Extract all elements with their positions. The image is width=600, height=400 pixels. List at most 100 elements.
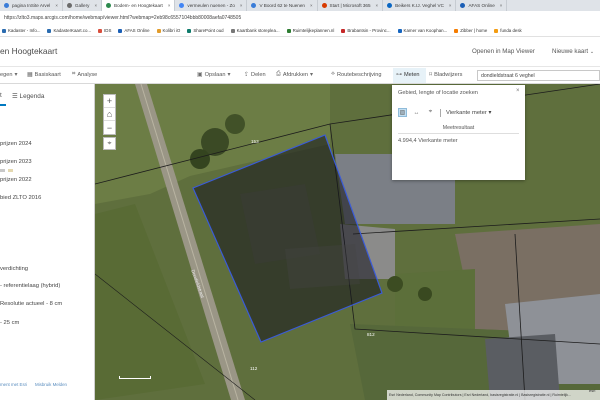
close-tab-icon[interactable]: × xyxy=(94,3,97,8)
bookmarks-button[interactable]: ⌑ Bladwijzers xyxy=(429,71,462,79)
bookmark-favicon-icon xyxy=(454,28,459,33)
zoom-in-button[interactable]: + xyxy=(104,95,115,108)
bookmark-label: Brabantsin - Provinc... xyxy=(347,28,391,33)
save-button[interactable]: ▣ Opslaan ▾ xyxy=(197,71,231,79)
browser-tab[interactable]: AFAS Online × xyxy=(456,0,508,11)
browser-tab-strip: pagina InSite Arvel × Gallery × Bodem- en Ho… xyxy=(0,0,600,11)
close-tab-icon[interactable]: × xyxy=(55,3,58,8)
result-heading: Meetresultaat xyxy=(442,125,475,131)
bookmark-label: Kamer van Koophan... xyxy=(403,28,448,33)
browser-tab[interactable]: Bodem- en Hoogtekaart × xyxy=(102,0,176,11)
bookmark-label: funda desk xyxy=(500,28,522,33)
measure-panel: ^ × Gebied, lengte of locatie zoeken ▨ ↔… xyxy=(392,85,525,180)
divider xyxy=(398,133,519,134)
bookmark-item[interactable]: KadasterKaart.co... xyxy=(47,28,91,33)
map-view[interactable]: + ⌂ − ⌖ 153 812 112 Dondieldstraat Esri … xyxy=(95,84,600,400)
legend-swatch xyxy=(0,169,5,172)
legend-item: prijzen 2024 xyxy=(0,141,32,147)
tree xyxy=(418,287,432,301)
bookmark-item[interactable]: Ruimtelijkeplannen.nl xyxy=(286,28,335,33)
measure-button[interactable]: ⊶ Meten xyxy=(396,71,420,79)
bookmark-favicon-icon xyxy=(2,28,6,33)
map-attribution: Esri Nederland, Community Map Contributo… xyxy=(387,390,600,400)
search-input[interactable]: dondieldstraat 6 veghel xyxy=(477,70,600,81)
favicon-icon xyxy=(66,3,72,8)
locate-button[interactable]: ⌖ xyxy=(103,137,116,150)
basemap-label: Basiskaart xyxy=(34,71,61,78)
zoom-out-button[interactable]: − xyxy=(104,121,115,134)
add-layer-button[interactable]: egen ▾ xyxy=(0,71,18,79)
share-icon: ⇪ xyxy=(244,72,250,78)
bookmark-item[interactable]: Kolibri iO xyxy=(156,28,180,33)
browser-tab-label: pagina InSite Arvel xyxy=(12,3,51,8)
bookmark-favicon-icon xyxy=(118,28,123,33)
browser-tab-label: vermeulen nuenen - Zo xyxy=(187,3,235,8)
map-toolbar: egen ▾ ▦ Basiskaart ⌗ Analyse ▣ Opslaan … xyxy=(0,66,600,84)
add-layer-label: egen xyxy=(0,71,13,78)
close-tab-icon[interactable]: × xyxy=(449,3,452,8)
distance-tool-icon[interactable]: ↔ xyxy=(412,108,421,117)
bookmark-item[interactable]: Brabantsin - Provinc... xyxy=(341,28,391,33)
legend-item: bied ZLTO 2016 xyxy=(0,195,42,201)
browser-tab[interactable]: Gallery × xyxy=(63,0,103,11)
close-tab-icon[interactable]: × xyxy=(240,3,243,8)
browser-tab-label: Gallery xyxy=(74,3,90,8)
favicon-icon xyxy=(251,3,257,8)
share-button[interactable]: ⇪ Delen xyxy=(244,71,266,79)
new-map-button[interactable]: Nieuwe kaart ⌄ xyxy=(552,48,594,55)
bookmark-item[interactable]: IDS xyxy=(98,28,111,33)
legend-panel: t ☰ Legenda prijzen 2024 prijzen 2023 pr… xyxy=(0,84,95,400)
print-button[interactable]: ⎙ Afdrukken ▾ xyxy=(276,71,313,78)
location-tool-icon[interactable]: ⌖ xyxy=(426,108,435,117)
legend-item: verdichting xyxy=(0,266,29,272)
bookmark-item[interactable]: SharePoint oud xyxy=(187,28,224,33)
home-button[interactable]: ⌂ xyxy=(104,108,115,121)
print-icon: ⎙ xyxy=(276,71,281,77)
report-abuse-link[interactable]: Misbruik Melden xyxy=(35,382,67,387)
browser-tab[interactable]: pagina InSite Arvel × xyxy=(0,0,63,11)
browser-tab[interactable]: V Boord 62 te Nuenen × xyxy=(247,0,318,11)
bookmark-item[interactable]: funda desk xyxy=(494,28,522,33)
bookmark-label: Kadaster - Info... xyxy=(8,28,41,33)
tab-details[interactable]: t xyxy=(0,92,2,99)
close-tab-icon[interactable]: × xyxy=(168,3,171,8)
bookmark-label: Ruimtelijkeplannen.nl xyxy=(292,28,335,33)
area-tool-icon[interactable]: ▨ xyxy=(398,108,407,117)
browser-tab[interactable]: vermeulen nuenen - Zo × xyxy=(175,0,248,11)
basemap-button[interactable]: ▦ Basiskaart xyxy=(27,71,61,79)
tab-legend[interactable]: ☰ Legenda xyxy=(12,92,44,100)
close-tab-icon[interactable]: × xyxy=(376,3,379,8)
browser-tab[interactable]: Start | Microsoft 365 × xyxy=(318,0,384,11)
bookmark-item[interactable]: Kadaster - Info... xyxy=(2,28,40,33)
print-label: Afdrukken xyxy=(282,71,308,78)
legend-item: - 25 cm xyxy=(0,320,20,326)
bookmark-label: IDS xyxy=(104,28,112,33)
close-tab-icon[interactable]: × xyxy=(310,3,313,8)
browser-tab[interactable]: Beikers K.IJ. Veghel VC × xyxy=(383,0,457,11)
bookmark-item[interactable]: Kamer van Koophan... xyxy=(397,28,448,33)
url-text[interactable]: https://zlto3.maps.arcgis.com/home/webma… xyxy=(4,15,241,21)
parcel-number: 112 xyxy=(250,366,258,371)
chevron-down-icon: ▾ xyxy=(14,72,18,78)
unit-select[interactable]: Vierkante meter ▾ xyxy=(446,110,491,116)
favicon-icon xyxy=(179,3,185,8)
esri-credit-link[interactable]: ment met Esri xyxy=(0,382,27,387)
close-icon[interactable]: × xyxy=(516,88,520,94)
chevron-down-icon: ⌄ xyxy=(589,49,595,55)
unit-label: Vierkante meter xyxy=(446,109,487,116)
bookmark-item[interactable]: Zibber | home xyxy=(454,28,487,33)
bookmark-item[interactable]: Kaartbank storeplea... xyxy=(230,28,280,33)
analysis-button[interactable]: ⌗ Analyse xyxy=(72,71,97,78)
legend-item: Resolutie actueel - 8 cm xyxy=(0,301,63,307)
bookmark-favicon-icon xyxy=(230,28,235,33)
close-tab-icon[interactable]: × xyxy=(500,3,503,8)
open-map-viewer-link[interactable]: Openen in Map Viewer xyxy=(472,48,535,55)
bookmark-item[interactable]: AFAS Online xyxy=(118,28,150,33)
bookmark-label: SharePoint oud xyxy=(193,28,224,33)
directions-button[interactable]: ⟡ Routebeschrijving xyxy=(331,71,381,78)
analysis-icon: ⌗ xyxy=(72,71,76,77)
share-label: Delen xyxy=(251,71,266,78)
address-bar[interactable]: https://zlto3.maps.arcgis.com/home/webma… xyxy=(0,11,600,25)
zoom-controls: + ⌂ − xyxy=(103,94,116,135)
bookmark-label: KadasterKaart.co... xyxy=(53,28,92,33)
